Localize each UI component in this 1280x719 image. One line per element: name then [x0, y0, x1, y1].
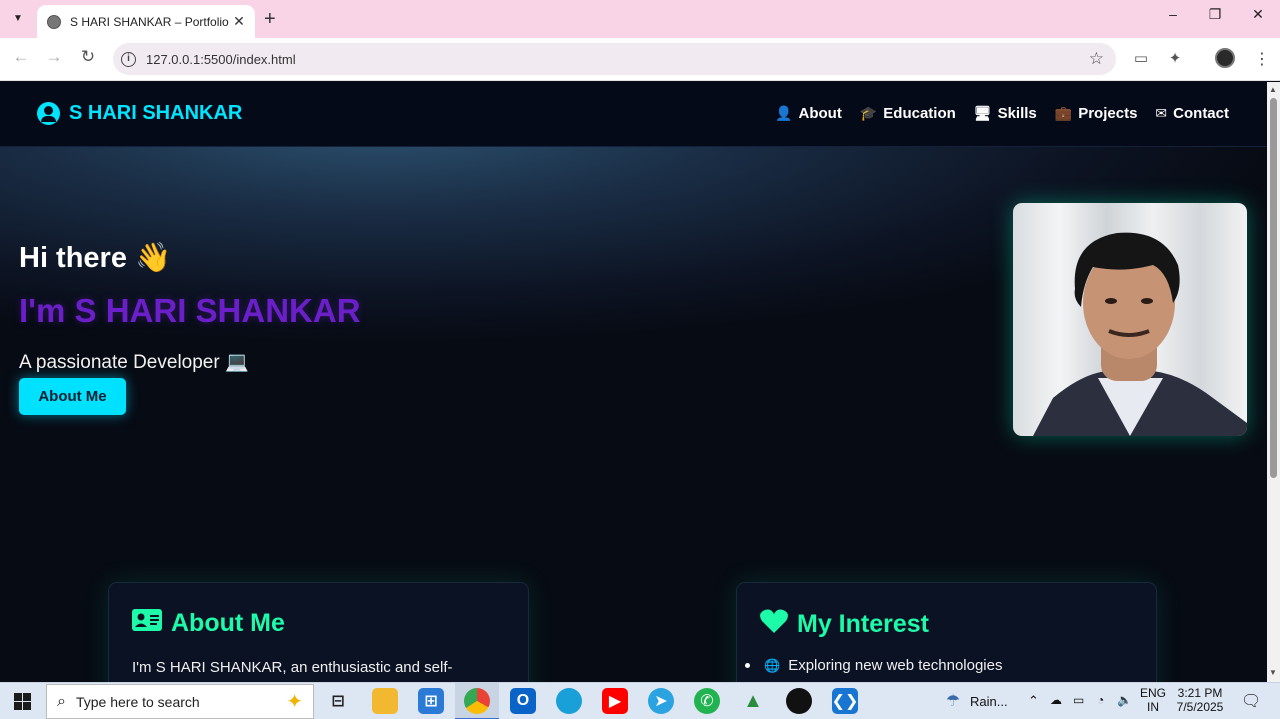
minimize-button[interactable]: –	[1158, 6, 1188, 22]
envelope-icon: ✉	[1155, 105, 1168, 121]
windows-start-icon[interactable]	[14, 693, 31, 710]
nav-link-label: Education	[883, 105, 956, 122]
bullet	[745, 663, 750, 668]
bookmark-star-icon[interactable]: ☆	[1089, 49, 1104, 69]
nav-link-projects[interactable]: 💼 Projects	[1055, 105, 1138, 122]
browser-toolbar: ← → ↻ i 127.0.0.1:5500/index.html ☆ ▭ ✦	[0, 38, 1280, 81]
brand-name: S HARI SHANKAR	[69, 102, 243, 124]
nav-link-education[interactable]: 🎓 Education	[860, 105, 956, 122]
nav-link-label: About	[798, 105, 842, 122]
browser-tab-bar: ▼ S HARI SHANKAR – Portfolio ✕ + – ❐ ✕	[0, 0, 1280, 38]
taskbar-search[interactable]: ⌕ Type here to search ✦	[46, 684, 314, 719]
about-me-card: About Me I'm S HARI SHANKAR, an enthusia…	[108, 582, 529, 682]
outlook-icon[interactable]: O	[510, 688, 536, 714]
nav-links: 👤 About 🎓 Education 🖥 Skills 💼 Projects …	[775, 105, 1229, 122]
heart-icon	[760, 609, 788, 640]
edge-icon[interactable]	[556, 688, 582, 714]
scroll-down-arrow-icon[interactable]: ▼	[1269, 668, 1277, 677]
task-view-icon[interactable]: ⊟	[325, 688, 351, 714]
user-icon: 👤	[775, 105, 793, 121]
about-card-text: I'm S HARI SHANKAR, an enthusiastic and …	[132, 659, 453, 676]
restore-button[interactable]: ❐	[1200, 6, 1230, 23]
notifications-icon[interactable]: 🗨	[1241, 691, 1261, 711]
tray-overflow-chevron-icon[interactable]: ⌃	[1028, 693, 1039, 709]
file-explorer-icon[interactable]	[372, 688, 398, 714]
user-circle-icon	[37, 102, 60, 125]
whatsapp-icon[interactable]: ✆	[694, 688, 720, 714]
github-icon[interactable]	[786, 688, 812, 714]
reload-button[interactable]: ↻	[76, 47, 100, 67]
scroll-up-arrow-icon[interactable]: ▲	[1269, 85, 1277, 94]
telegram-icon[interactable]: ➤	[648, 688, 674, 714]
language-indicator[interactable]: ENG IN	[1140, 686, 1166, 714]
laptop-icon: 🖥	[973, 105, 992, 121]
clock-time: 3:21 PM	[1177, 686, 1223, 700]
profile-avatar[interactable]	[1215, 48, 1235, 68]
clock[interactable]: 3:21 PM 7/5/2025	[1174, 686, 1226, 714]
search-placeholder: Type here to search	[75, 693, 200, 710]
profile-photo	[1013, 203, 1247, 436]
globe-icon: 🌐	[764, 657, 781, 673]
about-me-button[interactable]: About Me	[19, 378, 126, 415]
scroll-thumb[interactable]	[1270, 98, 1277, 478]
site-navbar: S HARI SHANKAR 👤 About 🎓 Education 🖥 Ski…	[0, 82, 1267, 147]
briefcase-icon: 💼	[1054, 105, 1073, 121]
chrome-icon[interactable]	[464, 688, 490, 714]
tab-search-chevron-icon[interactable]: ▼	[7, 7, 29, 29]
hero-greeting: Hi there 👋	[19, 242, 172, 274]
my-interest-card: My Interest 🌐 Exploring new web technolo…	[736, 582, 1157, 682]
interest-list-item: 🌐 Exploring new web technologies	[745, 657, 1003, 674]
youtube-icon[interactable]: ▶	[602, 688, 628, 714]
windows-taskbar: ⌕ Type here to search ✦ ⊟ ⊞ O ▶ ➤ ✆ ▲ ❮❯…	[0, 682, 1280, 719]
nav-link-label: Contact	[1173, 105, 1229, 122]
vscode-icon[interactable]: ❮❯	[832, 688, 858, 714]
tab-title: S HARI SHANKAR – Portfolio	[70, 14, 229, 29]
browser-tab-active[interactable]: S HARI SHANKAR – Portfolio ✕	[37, 5, 255, 38]
site-info-icon[interactable]: i	[121, 51, 136, 67]
page-scrollbar[interactable]: ▲ ▼	[1267, 82, 1280, 682]
nav-link-contact[interactable]: ✉ Contact	[1155, 105, 1229, 122]
microsoft-store-icon[interactable]: ⊞	[418, 688, 444, 714]
volume-icon[interactable]: 🔈	[1117, 693, 1132, 707]
weather-text[interactable]: Rain...	[970, 694, 1008, 709]
profile-photo-illustration	[1033, 232, 1247, 436]
new-tab-button[interactable]: +	[264, 8, 276, 31]
nav-link-label: Projects	[1078, 105, 1138, 122]
forward-button[interactable]: →	[42, 47, 66, 67]
cast-icon[interactable]: ▭	[1130, 49, 1152, 67]
extensions-puzzle-icon[interactable]: ✦	[1164, 49, 1186, 67]
id-card-icon	[132, 609, 162, 638]
globe-icon	[47, 14, 61, 29]
about-card-title: About Me	[171, 609, 285, 637]
hero-tagline: A passionate Developer 💻	[19, 352, 249, 373]
address-bar[interactable]: i 127.0.0.1:5500/index.html ☆	[113, 43, 1116, 75]
browser-menu-icon[interactable]: ⋮	[1254, 49, 1270, 69]
search-icon: ⌕	[57, 692, 66, 710]
interest-text: Exploring new web technologies	[788, 657, 1003, 674]
region-code: IN	[1147, 700, 1159, 714]
google-drive-icon[interactable]: ▲	[740, 688, 766, 714]
site-brand[interactable]: S HARI SHANKAR	[37, 102, 242, 125]
interest-card-title: My Interest	[797, 610, 929, 638]
nav-link-label: Skills	[997, 105, 1037, 122]
graduation-cap-icon: 🎓	[859, 105, 878, 121]
onedrive-icon[interactable]: ☁	[1050, 693, 1062, 707]
sparkle-icon: ✦	[286, 691, 303, 713]
clock-date: 7/5/2025	[1176, 700, 1224, 714]
back-button[interactable]: ←	[9, 47, 33, 67]
tab-close-icon[interactable]: ✕	[229, 13, 249, 30]
nav-link-skills[interactable]: 🖥 Skills	[974, 105, 1037, 122]
weather-umbrella-icon[interactable]: ☂	[940, 688, 966, 714]
url-text[interactable]: 127.0.0.1:5500/index.html	[146, 52, 1089, 67]
close-window-button[interactable]: ✕	[1243, 6, 1273, 23]
page-viewport: S HARI SHANKAR 👤 About 🎓 Education 🖥 Ski…	[0, 82, 1267, 682]
about-card-heading: About Me	[132, 609, 285, 638]
language-code: ENG	[1140, 686, 1167, 700]
nav-link-about[interactable]: 👤 About	[775, 105, 842, 122]
battery-icon[interactable]: ▭	[1073, 693, 1084, 707]
wifi-icon[interactable]: ◔	[1097, 693, 1104, 707]
interest-card-heading: My Interest	[760, 609, 929, 640]
hero-name: I'm S HARI SHANKAR	[19, 292, 361, 329]
